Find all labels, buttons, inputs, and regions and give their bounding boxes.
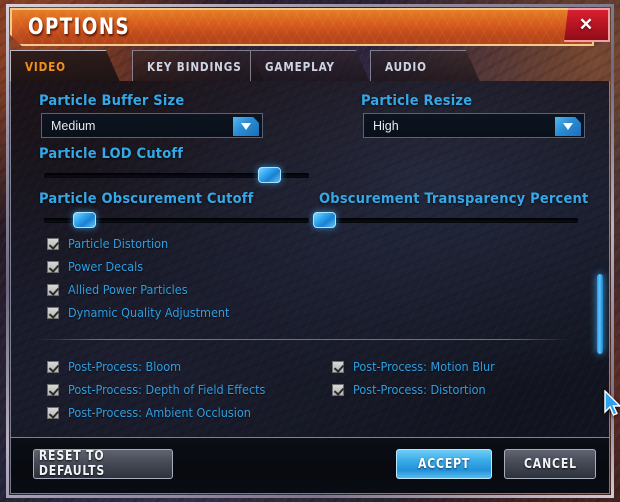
slider-thumb[interactable] [258,167,282,183]
tab-audio-label: AUDIO [385,58,427,74]
particle-buffer-size-dropdown[interactable]: Medium [41,113,263,138]
tab-strip: VIDEO KEY BINDINGS GAMEPLAY AUDIO [10,50,610,82]
window-title: OPTIONS [28,15,131,40]
close-button[interactable]: ✕ [564,8,610,42]
group-divider [39,339,569,340]
checkbox-label: Post-Process: Ambient Occlusion [68,405,251,420]
obscurement-transparency-percent-slider[interactable] [312,212,578,228]
checkbox-post-process-distortion[interactable]: Post-Process: Distortion [332,381,486,398]
checkbox-post-process-ambient-occlusion[interactable]: Post-Process: Ambient Occlusion [47,404,251,421]
checkmark-icon [47,283,59,296]
checkbox-particle-distortion[interactable]: Particle Distortion [47,235,168,252]
reset-to-defaults-button[interactable]: RESET TO DEFAULTS [33,449,173,479]
particle-resize-label: Particle Resize [361,93,473,109]
particle-resize-dropdown[interactable]: High [363,113,585,138]
particle-lod-cutoff-slider[interactable] [44,167,309,183]
checkbox-label: Particle Distortion [68,236,169,251]
scrollbar-thumb[interactable] [597,274,603,354]
checkbox-power-decals[interactable]: Power Decals [47,258,143,275]
slider-thumb[interactable] [72,212,96,228]
tab-key-bindings[interactable]: KEY BINDINGS [132,50,264,82]
accept-label: ACCEPT [417,456,471,472]
checkbox-label: Post-Process: Distortion [353,382,486,397]
checkmark-icon [47,383,59,396]
close-icon: ✕ [578,15,594,34]
checkmark-icon [47,360,59,373]
checkmark-icon [47,306,59,319]
chevron-down-icon[interactable] [233,117,259,136]
slider-thumb[interactable] [312,212,336,228]
checkbox-post-process-depth-of-field[interactable]: Post-Process: Depth of Field Effects [47,381,265,398]
checkmark-icon [47,237,59,250]
chevron-down-icon[interactable] [555,117,581,136]
checkbox-dynamic-quality-adjustment[interactable]: Dynamic Quality Adjustment [47,304,229,321]
checkbox-label: Post-Process: Bloom [68,359,182,374]
tab-video[interactable]: VIDEO [10,50,120,82]
scrollbar[interactable] [596,89,604,429]
accept-button[interactable]: ACCEPT [396,449,492,479]
particle-buffer-size-label: Particle Buffer Size [39,93,185,109]
settings-panel: Particle Buffer Size Medium Particle Res… [10,81,610,438]
checkbox-post-process-bloom[interactable]: Post-Process: Bloom [47,358,181,375]
checkmark-icon [332,383,344,396]
options-window: OPTIONS ✕ VIDEO KEY BINDINGS GAMEPLAY AU… [6,4,614,498]
checkbox-label: Power Decals [68,259,144,274]
tab-gameplay-label: GAMEPLAY [265,58,335,74]
checkbox-label: Post-Process: Depth of Field Effects [68,382,266,397]
cancel-button[interactable]: CANCEL [504,449,596,479]
tab-key-bindings-label: KEY BINDINGS [147,58,242,74]
particle-resize-value: High [373,118,399,133]
checkbox-label: Post-Process: Motion Blur [353,359,495,374]
checkbox-post-process-motion-blur[interactable]: Post-Process: Motion Blur [332,358,495,375]
checkbox-label: Allied Power Particles [68,282,188,297]
particle-obscurement-cutoff-slider[interactable] [44,212,309,228]
footer-bar: RESET TO DEFAULTS ACCEPT CANCEL [10,438,610,494]
checkbox-label: Dynamic Quality Adjustment [68,305,230,320]
checkbox-allied-power-particles[interactable]: Allied Power Particles [47,281,188,298]
particle-obscurement-cutoff-label: Particle Obscurement Cutoff [39,191,254,207]
checkmark-icon [332,360,344,373]
tab-video-label: VIDEO [25,59,66,74]
obscurement-transparency-percent-label: Obscurement Transparency Percent [319,191,589,207]
tab-gameplay[interactable]: GAMEPLAY [250,50,370,82]
slider-track [316,218,578,223]
tab-audio[interactable]: AUDIO [370,50,480,82]
particle-lod-cutoff-label: Particle LOD Cutoff [39,146,184,162]
title-bar: OPTIONS ✕ [10,8,610,46]
cancel-label: CANCEL [523,456,577,472]
checkmark-icon [47,260,59,273]
checkmark-icon [47,406,59,419]
reset-to-defaults-label: RESET TO DEFAULTS [38,449,106,479]
particle-buffer-size-value: Medium [51,118,96,133]
